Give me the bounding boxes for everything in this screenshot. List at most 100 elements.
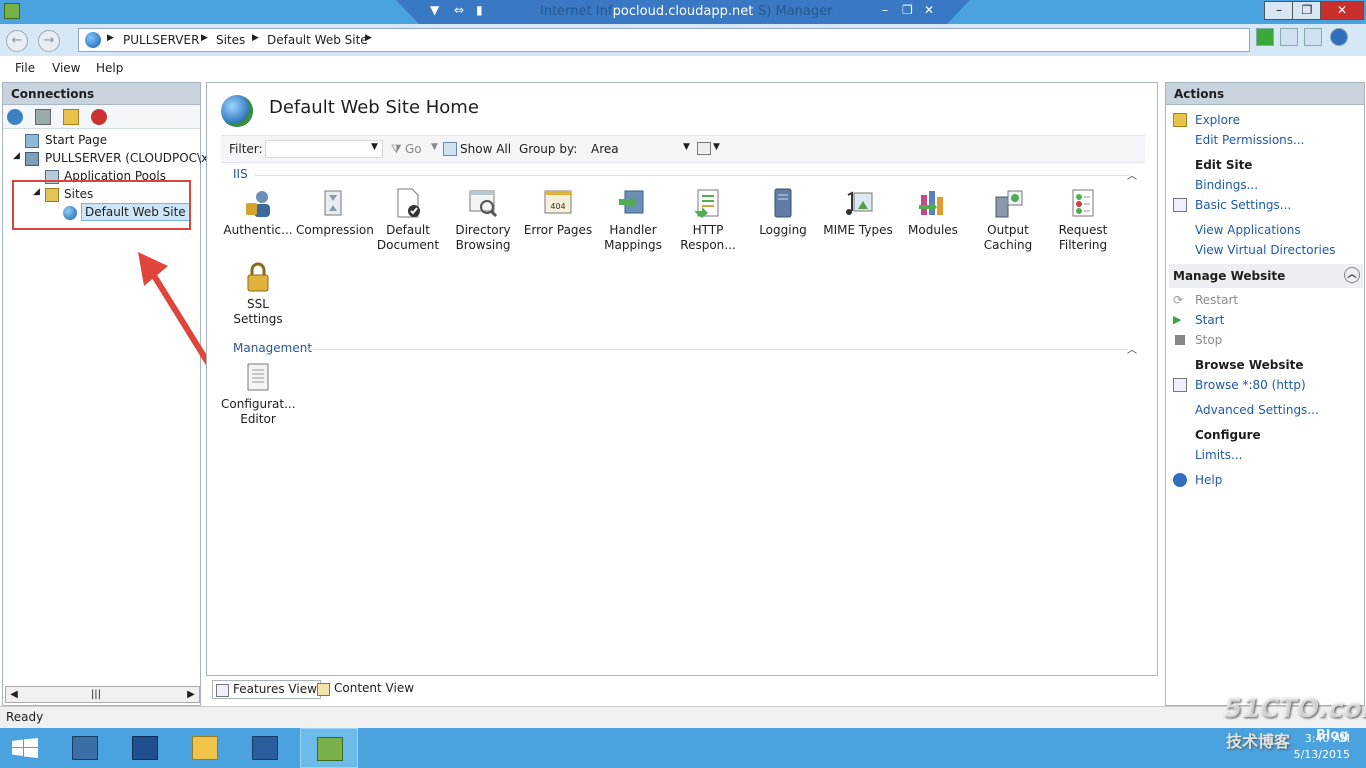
feature-logging[interactable]: Logging — [746, 187, 820, 238]
maximize-button[interactable]: ❐ — [1292, 1, 1322, 20]
feature-output-caching[interactable]: Output Caching — [971, 187, 1045, 253]
rdp-restore-button[interactable]: ❐ — [902, 3, 913, 17]
action-advanced-settings[interactable]: Advanced Settings... — [1195, 403, 1319, 417]
action-start[interactable]: Start — [1195, 313, 1224, 327]
rdp-minimize-button[interactable]: – — [882, 3, 888, 17]
back-button[interactable]: ← — [6, 30, 28, 52]
action-view-applications[interactable]: View Applications — [1195, 223, 1301, 237]
feature-default-document[interactable]: Default Document — [371, 187, 445, 253]
collapse-management-icon[interactable]: ︿ — [1127, 341, 1137, 356]
feature-http-response[interactable]: HTTP Respon... — [671, 187, 745, 253]
disconnect-icon[interactable] — [91, 109, 107, 125]
help-icon — [1173, 473, 1187, 487]
folder-up-icon[interactable] — [63, 109, 79, 125]
breadcrumb-server[interactable]: PULLSERVER — [123, 33, 199, 47]
feature-handler-mappings[interactable]: Handler Mappings — [596, 187, 670, 253]
tab-content-view[interactable]: Content View — [314, 680, 417, 699]
section-iis: IIS — [233, 167, 248, 181]
feature-label: Output Caching — [983, 223, 1033, 252]
feature-label: Compression — [296, 223, 374, 237]
go-button[interactable]: Go — [405, 142, 422, 156]
minimize-button[interactable]: – — [1264, 1, 1294, 20]
feature-ssl-settings[interactable]: SSL Settings — [221, 261, 295, 327]
filter-dropdown-icon[interactable]: ▼ — [371, 142, 378, 152]
action-view-virtual-directories[interactable]: View Virtual Directories — [1195, 243, 1336, 257]
expander-icon[interactable]: ◢ — [13, 151, 20, 161]
feature-label: Request Filtering — [1058, 223, 1108, 252]
menu-view[interactable]: View — [52, 61, 80, 75]
view-mode-icon[interactable] — [697, 142, 711, 155]
action-stop[interactable]: Stop — [1195, 333, 1222, 347]
scroll-left-icon[interactable]: ◀ — [6, 687, 22, 702]
action-explore[interactable]: Explore — [1195, 113, 1240, 127]
restart-icon: ⟳ — [1173, 293, 1184, 307]
action-limits[interactable]: Limits... — [1195, 448, 1242, 462]
feature-directory-browsing[interactable]: Directory Browsing — [446, 187, 520, 253]
tab-features-view[interactable]: Features View — [212, 680, 321, 699]
action-restart[interactable]: Restart — [1195, 293, 1238, 307]
menu-help[interactable]: Help — [96, 61, 123, 75]
breadcrumb-sites[interactable]: Sites — [216, 33, 245, 47]
address-bar[interactable]: ▶ PULLSERVER ▶ Sites ▶ Default Web Site … — [78, 28, 1250, 52]
rdp-close-button[interactable]: ✕ — [924, 3, 934, 17]
save-icon[interactable] — [35, 109, 51, 125]
collapse-iis-icon[interactable]: ︿ — [1127, 167, 1137, 182]
feature-label: Error Pages — [523, 223, 593, 237]
taskbar-iis-manager[interactable] — [300, 728, 358, 768]
tree-start-page[interactable]: Start Page — [45, 133, 107, 147]
feature-mime-types[interactable]: MIME Types — [821, 187, 895, 238]
modules-icon — [919, 191, 943, 215]
menu-file[interactable]: File — [15, 61, 35, 75]
scroll-right-icon[interactable]: ▶ — [183, 687, 199, 702]
edit-site-header: Edit Site — [1195, 158, 1253, 172]
breadcrumb-arrow-icon: ▶ — [365, 33, 372, 43]
server-manager-icon — [72, 736, 98, 760]
refresh-icon[interactable] — [1256, 28, 1274, 46]
action-basic-settings[interactable]: Basic Settings... — [1195, 198, 1291, 212]
tree-server[interactable]: PULLSERVER (CLOUDPOC\xie — [45, 151, 219, 165]
scroll-thumb[interactable]: ||| — [88, 687, 104, 702]
help-icon[interactable] — [1330, 28, 1348, 46]
feature-error-pages[interactable]: 404 Error Pages — [521, 187, 595, 238]
feature-authentication[interactable]: Authentic... — [221, 187, 295, 238]
taskbar-explorer[interactable] — [176, 728, 234, 768]
breadcrumb-site[interactable]: Default Web Site — [267, 33, 368, 47]
action-help[interactable]: Help — [1195, 473, 1222, 487]
feature-modules[interactable]: Modules — [896, 187, 970, 238]
feature-label: Configurat... Editor — [221, 397, 296, 426]
remote-desktop-bar: Internet Inf S) Manager ▼ ⇔ ▮ pocloud.cl… — [396, 0, 970, 24]
connect-icon[interactable] — [7, 109, 23, 125]
feature-request-filtering[interactable]: Request Filtering — [1046, 187, 1120, 253]
go-dropdown-icon[interactable]: ▼ — [431, 142, 438, 152]
group-by-select[interactable]: Area — [591, 142, 619, 156]
forward-button[interactable]: → — [38, 30, 60, 52]
home-icon[interactable] — [1304, 28, 1322, 46]
taskbar-server-manager[interactable] — [56, 728, 114, 768]
start-icon: ▶ — [1173, 313, 1182, 326]
section-management: Management — [233, 341, 313, 355]
handler-mappings-icon — [619, 190, 644, 214]
close-button[interactable]: ✕ — [1320, 1, 1364, 20]
connections-panel: Connections Start Page ◢ PULLSERVER (CLO… — [2, 82, 219, 706]
folder-icon — [192, 736, 218, 760]
stop-icon[interactable] — [1280, 28, 1298, 46]
feature-configuration-editor[interactable]: Configurat... Editor — [221, 361, 296, 427]
action-browse-80[interactable]: Browse *:80 (http) — [1195, 378, 1306, 392]
filter-input[interactable] — [265, 140, 383, 158]
start-button[interactable] — [0, 728, 58, 768]
taskbar-powershell[interactable] — [116, 728, 174, 768]
action-edit-permissions[interactable]: Edit Permissions... — [1195, 133, 1304, 147]
horizontal-scrollbar[interactable]: ◀ ||| ▶ — [5, 686, 200, 703]
watermark-blog: Blog — [1316, 728, 1349, 743]
group-by-dropdown-icon[interactable]: ▼ — [683, 142, 690, 152]
view-mode-dropdown-icon[interactable]: ▼ — [713, 142, 720, 152]
feature-compression[interactable]: Compression — [296, 187, 374, 238]
taskbar-powershell-2[interactable] — [236, 728, 294, 768]
manage-website-header[interactable]: Manage Website ︿ — [1169, 264, 1363, 288]
globe-icon — [85, 32, 101, 48]
collapse-icon[interactable]: ︿ — [1344, 267, 1360, 283]
basic-settings-icon — [1173, 198, 1187, 212]
show-all-button[interactable]: Show All — [460, 142, 511, 156]
configuration-editor-icon — [247, 363, 269, 391]
action-bindings[interactable]: Bindings... — [1195, 178, 1258, 192]
